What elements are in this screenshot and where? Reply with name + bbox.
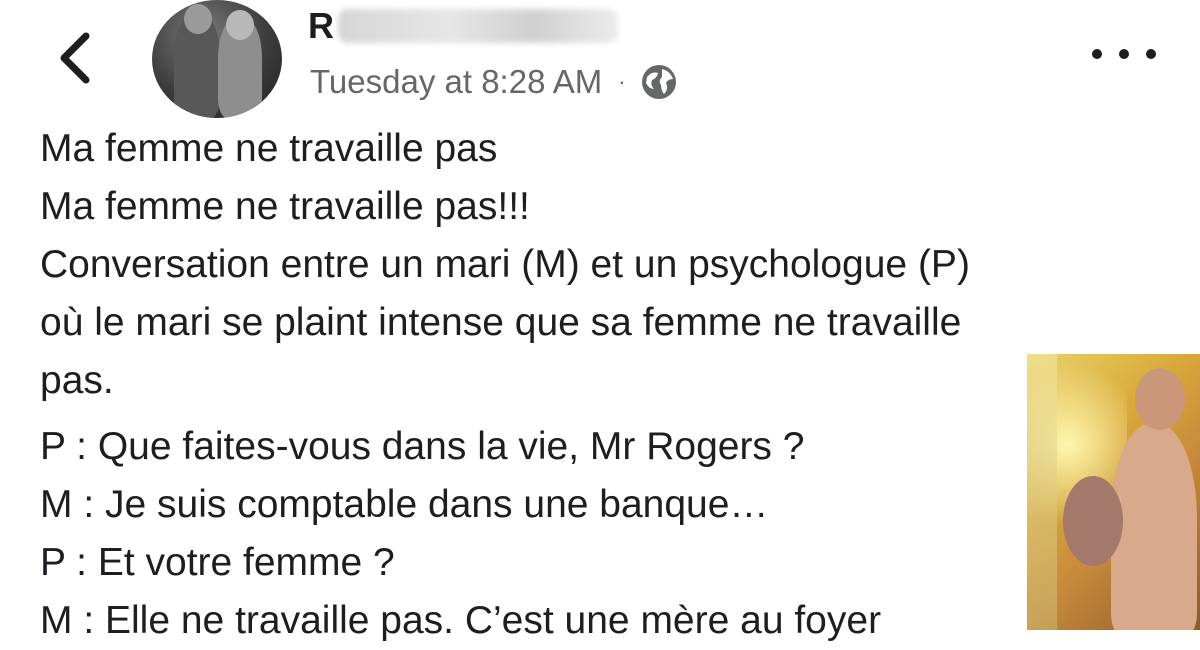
post-line: P : Et votre femme ?: [40, 541, 395, 584]
author-initial: R: [308, 5, 334, 46]
post-line: pas.: [40, 359, 114, 402]
post-line: où le mari se plaint intense que sa femm…: [40, 301, 962, 344]
post-body: Ma femme ne travaille pas Ma femme ne tr…: [40, 120, 1170, 650]
chevron-left-icon: [60, 32, 90, 84]
post-line: M : Elle ne travaille pas. C’est une mèr…: [40, 599, 882, 642]
globe-icon[interactable]: [640, 63, 678, 101]
more-dot: [1146, 49, 1156, 59]
author-avatar[interactable]: [152, 0, 282, 118]
more-dot: [1119, 49, 1129, 59]
post-meta: Tuesday at 8:28 AM ·: [310, 60, 678, 104]
post-line: Ma femme ne travaille pas!!!: [40, 185, 530, 228]
post-timestamp[interactable]: Tuesday at 8:28 AM: [310, 63, 602, 101]
post-line: M : Je suis comptable dans une banque…: [40, 483, 769, 526]
more-dot: [1092, 49, 1102, 59]
post-line: Conversation entre un mari (M) et un psy…: [40, 243, 970, 286]
more-options-button[interactable]: [1092, 36, 1156, 72]
post-line: Ma femme ne travaille pas: [40, 127, 498, 170]
redacted-name-blur: [338, 9, 618, 43]
meta-separator: ·: [618, 69, 626, 94]
post-line: P : Que faites-vous dans la vie, Mr Roge…: [40, 425, 805, 468]
inset-photo: [1027, 354, 1200, 630]
back-button[interactable]: [52, 28, 100, 88]
author-name[interactable]: R: [308, 4, 618, 48]
